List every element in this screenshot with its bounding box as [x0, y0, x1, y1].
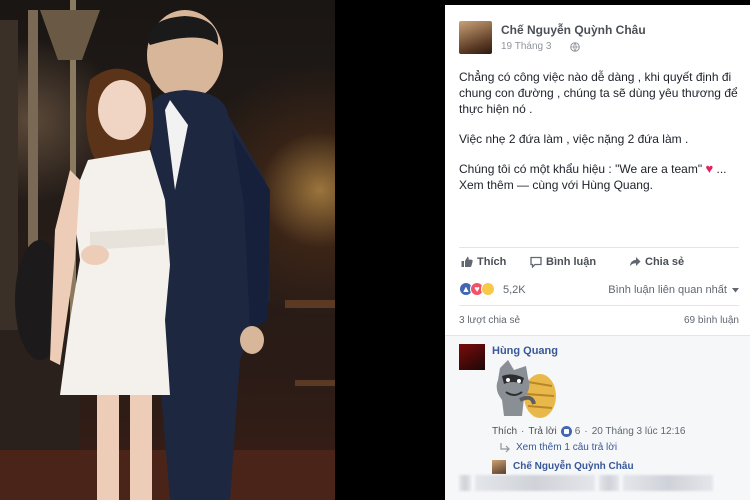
comment-sort-label: Bình luận liên quan nhất: [608, 284, 727, 296]
photo-letterbox: [335, 0, 445, 500]
globe-icon: [570, 42, 580, 52]
post-text: Chẳng có công việc nào dễ dàng , khi quy…: [459, 69, 744, 193]
post-timestamp[interactable]: 19 Tháng 3: [501, 41, 551, 52]
post-actions: Thích Bình luận Chia sẻ: [459, 247, 739, 275]
separator: ·: [521, 426, 525, 437]
comment-sort-dropdown[interactable]: Bình luận liên quan nhất: [608, 284, 739, 296]
comments-section: Hùng Quang Thích · Trả lời 6 · 20 Tháng …: [445, 335, 750, 500]
post-card: Chế Nguyễn Quỳnh Châu 19 Tháng 3 Chẳng c…: [445, 5, 750, 500]
chevron-down-icon: [732, 288, 739, 293]
like-label: Thích: [477, 256, 507, 268]
comment-like-count[interactable]: 6: [575, 426, 581, 437]
reply-preview[interactable]: Chế Nguyễn Quỳnh Châu: [492, 459, 742, 475]
post-photo[interactable]: [0, 0, 445, 500]
reaction-count[interactable]: 5,2K: [503, 284, 526, 296]
comment-reply-link[interactable]: Trả lời: [528, 426, 556, 437]
thumbs-up-icon: [461, 256, 473, 267]
view-more-replies-link[interactable]: Xem thêm 1 câu trả lời: [500, 442, 617, 453]
blurred-text: [623, 475, 713, 491]
comment-count[interactable]: 69 bình luận: [684, 315, 739, 326]
post-paragraph-1: Chẳng có công việc nào dễ dàng , khi quy…: [459, 70, 738, 116]
comment-timestamp[interactable]: 20 Tháng 3 lúc 12:16: [592, 426, 686, 437]
reaction-icons: ▲ ♥: [459, 282, 495, 296]
comment-bubble-icon: [530, 256, 542, 268]
haha-reaction-icon: [481, 282, 495, 296]
commenter-avatar[interactable]: [459, 344, 485, 370]
share-count[interactable]: 3 lượt chia sẻ: [459, 315, 520, 326]
author-avatar[interactable]: [459, 21, 492, 54]
comment-like-icon: [560, 426, 572, 437]
separator: ·: [584, 426, 588, 437]
blurred-comment: [459, 475, 739, 491]
blurred-text: [475, 475, 595, 491]
see-more-link[interactable]: Xem thêm — cùng với Hùng Quang.: [459, 178, 653, 192]
reactions-summary[interactable]: ▲ ♥ 5,2K Bình luận liên quan nhất: [459, 280, 739, 302]
ellipsis: ...: [713, 162, 727, 176]
share-arrow-icon: [629, 257, 641, 267]
commenter-name[interactable]: Hùng Quang: [492, 345, 558, 357]
post-paragraph-3: Chúng tôi có một khẩu hiệu : "We are a t…: [459, 161, 744, 193]
like-button[interactable]: Thích: [461, 256, 506, 268]
heart-icon: ♥: [705, 161, 714, 176]
post-stats: 3 lượt chia sẻ 69 bình luận: [459, 305, 739, 333]
comment-label: Bình luận: [546, 256, 597, 268]
post-header: Chế Nguyễn Quỳnh Châu 19 Tháng 3: [459, 19, 739, 59]
view-more-replies-label: Xem thêm 1 câu trả lời: [516, 442, 618, 453]
share-label: Chia sẻ: [645, 256, 685, 268]
post-paragraph-3-text: Chúng tôi có một khẩu hiệu : "We are a t…: [459, 162, 703, 176]
comment-button[interactable]: Bình luận: [530, 256, 596, 268]
author-name[interactable]: Chế Nguyễn Quỳnh Châu: [501, 23, 646, 37]
reply-arrow-icon: [500, 442, 510, 452]
blurred-avatar: [459, 475, 471, 491]
reply-author-name[interactable]: Chế Nguyễn Quỳnh Châu: [513, 461, 634, 472]
raccoon-sticker: [496, 360, 556, 418]
comment-actions: Thích · Trả lời 6 · 20 Tháng 3 lúc 12:16: [492, 426, 685, 437]
share-button[interactable]: Chia sẻ: [629, 256, 684, 268]
comment-like-link[interactable]: Thích: [492, 426, 517, 437]
reply-avatar[interactable]: [492, 460, 506, 474]
blurred-text: [599, 475, 619, 491]
post-paragraph-2: Việc nhẹ 2 đứa làm , việc nặng 2 đứa làm…: [459, 132, 689, 146]
